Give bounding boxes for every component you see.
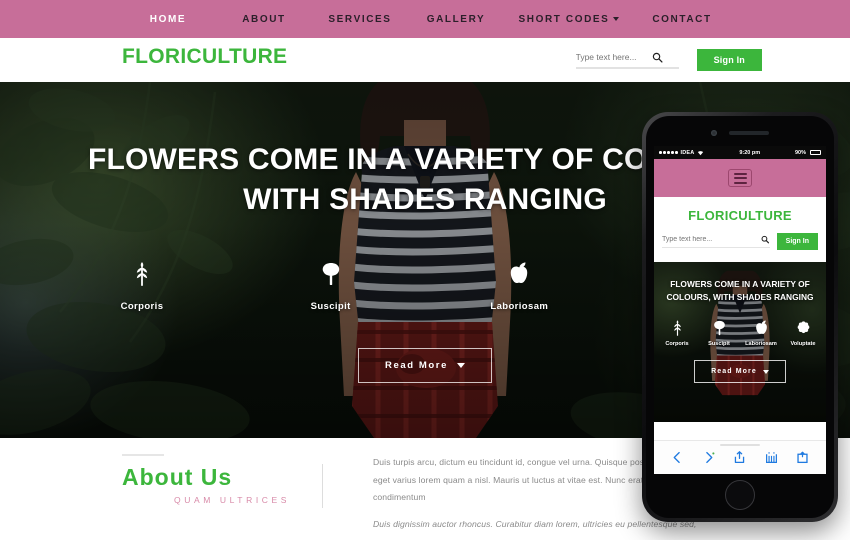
phone-search-box[interactable] [662,235,770,248]
phone-search-input[interactable] [662,236,762,243]
nav-item-services[interactable]: SERVICES [312,14,408,25]
phone-hero-title-line-2: COLOURS, WITH SHADES RANGING [666,292,814,303]
phone-nav-bar [654,159,826,197]
search-icon[interactable] [652,52,663,63]
nav-label-contact: CONTACT [652,13,712,25]
phone-screen: IDEA 9:20 pm 90% FLORICULTURE Type text … [654,146,826,474]
phone-speaker-row [711,130,769,136]
search-icon[interactable] [761,235,770,244]
phone-hero-section: FLOWERS COME IN A VARIETY OF COLOURS, WI… [654,262,826,422]
camera-icon [711,130,717,136]
hero-feature-label-suscipit: Suscipit [310,300,351,312]
nav-label-short-codes: SHORT CODES [518,13,610,25]
phone-feature-suscipit[interactable]: Suscipit [698,320,740,347]
wheat-icon [673,320,681,336]
earpiece-icon [729,131,769,135]
toolbar-hint-line [720,444,760,446]
tree-icon [321,262,341,291]
hero-read-more-button[interactable]: Read More [358,347,492,383]
phone-logo[interactable]: FLORICULTURE [654,208,826,223]
chevron-down-icon [762,369,769,374]
search-box[interactable] [575,52,679,69]
phone-status-bar: IDEA 9:20 pm 90% [654,146,826,159]
about-rule-divider [122,454,164,456]
site-logo[interactable]: FLORICULTURE [122,45,287,69]
hero-feature-label-laboriosam: Laboriosam [490,300,549,312]
hero-read-more-label: Read More [385,359,448,371]
hero-feature-suscipit[interactable]: Suscipit [271,262,391,312]
about-heading-block: About Us QUAM ULTRICES [0,454,322,540]
header-actions: Sign In [575,49,762,71]
wheat-icon [132,261,152,291]
phone-mockup: IDEA 9:20 pm 90% FLORICULTURE Type text … [642,112,838,522]
nav-item-home[interactable]: HOME [120,14,216,25]
forward-arrow-icon[interactable] [702,451,715,464]
phone-feature-icons: Corporis Suscipit Laboriosam Voluptate [656,320,824,347]
nav-item-about[interactable]: ABOUT [216,14,312,25]
battery-percent-label: 90% [794,149,806,156]
top-navigation-bar: HOME ABOUT SERVICES GALLERY SHORT CODES … [0,0,850,38]
search-input[interactable] [575,52,652,62]
sign-in-button[interactable]: Sign In [696,49,762,71]
about-title: About Us [122,464,233,490]
flower-icon [797,321,809,334]
apple-icon [509,262,529,291]
home-button-icon[interactable] [725,480,755,510]
phone-header: FLORICULTURE Sign In [654,197,826,262]
chevron-down-icon [456,362,465,368]
wifi-icon [698,150,704,155]
hero-feature-corporis[interactable]: Corporis [82,261,202,312]
bookmarks-icon[interactable] [765,451,778,464]
phone-feature-label-suscipit: Suscipit [708,341,730,348]
share-icon[interactable] [733,451,746,464]
phone-hero-title-line-1: FLOWERS COME IN A VARIETY OF [670,279,810,289]
nav-label-gallery: GALLERY [426,13,486,25]
phone-sign-in-button[interactable]: Sign In [776,233,818,250]
nav-item-short-codes[interactable]: SHORT CODES [504,14,634,25]
phone-feature-voluptate[interactable]: Voluptate [782,320,824,347]
chevron-down-icon [613,16,620,21]
tabs-icon[interactable] [796,451,809,464]
apple-icon [755,320,767,334]
hero-feature-laboriosam[interactable]: Laboriosam [459,262,579,312]
hero-feature-label-corporis: Corporis [120,300,164,312]
site-header: FLORICULTURE Sign In [0,38,850,82]
phone-body: IDEA 9:20 pm 90% FLORICULTURE Type text … [646,116,834,518]
tree-icon [713,320,725,336]
phone-search-row: Sign In [654,233,826,250]
phone-feature-label-laboriosam: Laboriosam [745,341,777,348]
signal-dots-icon [659,151,678,154]
phone-hero-content: FLOWERS COME IN A VARIETY OF COLOURS, WI… [654,262,826,422]
hamburger-icon[interactable] [728,169,752,187]
phone-feature-laboriosam[interactable]: Laboriosam [740,320,782,347]
phone-browser-toolbar [654,440,826,474]
back-arrow-icon[interactable] [671,451,684,464]
battery-icon [809,149,821,156]
phone-read-more-label: Read More [711,368,757,376]
phone-feature-corporis[interactable]: Corporis [656,320,698,347]
nav-item-contact[interactable]: CONTACT [634,14,730,25]
carrier-label: IDEA [680,149,695,156]
about-subtitle: QUAM ULTRICES [174,495,291,505]
nav-label-services: SERVICES [328,13,392,25]
phone-hero-title: FLOWERS COME IN A VARIETY OF COLOURS, WI… [660,278,820,304]
phone-feature-label-voluptate: Voluptate [790,341,816,348]
nav-label-home: HOME [149,13,187,25]
phone-read-more-button[interactable]: Read More [694,360,786,384]
nav-item-gallery[interactable]: GALLERY [408,14,504,25]
phone-feature-label-corporis: Corporis [665,341,689,348]
nav-label-about: ABOUT [242,13,286,25]
clock-label: 9:20 pm [739,149,761,156]
